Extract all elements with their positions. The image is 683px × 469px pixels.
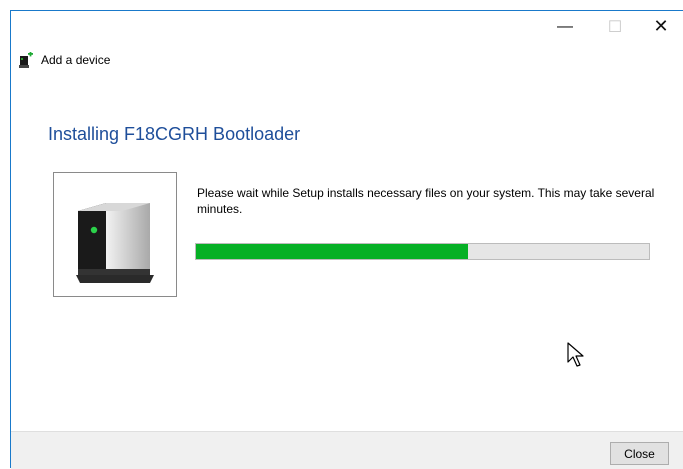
install-progress-bar [195, 243, 650, 260]
title-bar: — ☐ ✕ [11, 11, 683, 45]
minimize-button[interactable]: — [542, 11, 588, 42]
add-device-window: — ☐ ✕ Add a device Installing F18CGRH Bo… [10, 10, 683, 469]
mouse-pointer-icon [567, 342, 584, 367]
install-message: Please wait while Setup installs necessa… [197, 186, 655, 216]
dialog-footer: Close [11, 431, 683, 469]
add-device-icon [19, 52, 33, 68]
progress-fill [196, 244, 468, 259]
device-icon [76, 203, 154, 283]
device-image-frame [53, 172, 177, 297]
close-button[interactable]: Close [610, 442, 669, 465]
close-window-button[interactable]: ✕ [638, 11, 683, 42]
app-title: Add a device [41, 53, 111, 67]
page-title: Installing F18CGRH Bootloader [48, 124, 301, 144]
maximize-button[interactable]: ☐ [592, 11, 638, 42]
